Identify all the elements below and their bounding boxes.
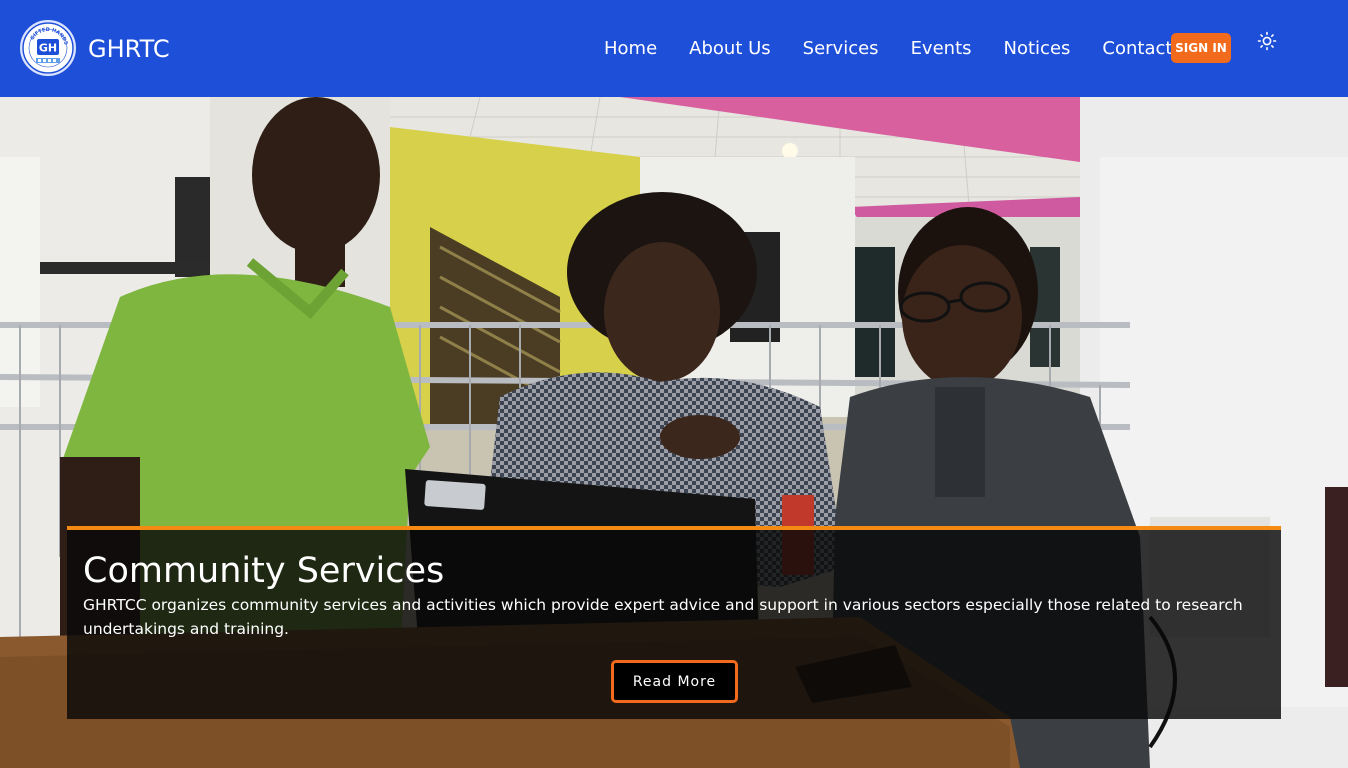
navbar: GIFTED HANDS GH GHRTC Home About Us Serv…: [0, 0, 1348, 97]
nav-link-services[interactable]: Services: [803, 38, 879, 60]
nav-link-home[interactable]: Home: [604, 38, 657, 60]
svg-text:GH: GH: [39, 42, 57, 55]
gifted-hands-logo-icon: GIFTED HANDS GH: [22, 22, 74, 74]
sign-in-button[interactable]: SIGN IN: [1171, 33, 1231, 63]
site-logo[interactable]: GIFTED HANDS GH: [20, 20, 76, 76]
hero-title: Community Services: [83, 551, 445, 591]
sun-icon: [1257, 31, 1277, 51]
nav-link-about-us[interactable]: About Us: [689, 38, 771, 60]
read-more-button[interactable]: Read More: [611, 660, 738, 703]
hero-carousel: Community Services GHRTCC organizes comm…: [0, 97, 1348, 768]
main-nav: Home About Us Services Events Notices Co…: [604, 38, 1233, 60]
nav-link-notices[interactable]: Notices: [1004, 38, 1071, 60]
theme-toggle-button[interactable]: [1257, 31, 1277, 51]
hero-description: GHRTCC organizes community services and …: [83, 596, 1243, 638]
brand-name[interactable]: GHRTC: [88, 35, 170, 63]
nav-link-events[interactable]: Events: [911, 38, 972, 60]
hero-caption: Community Services GHRTCC organizes comm…: [67, 526, 1281, 719]
